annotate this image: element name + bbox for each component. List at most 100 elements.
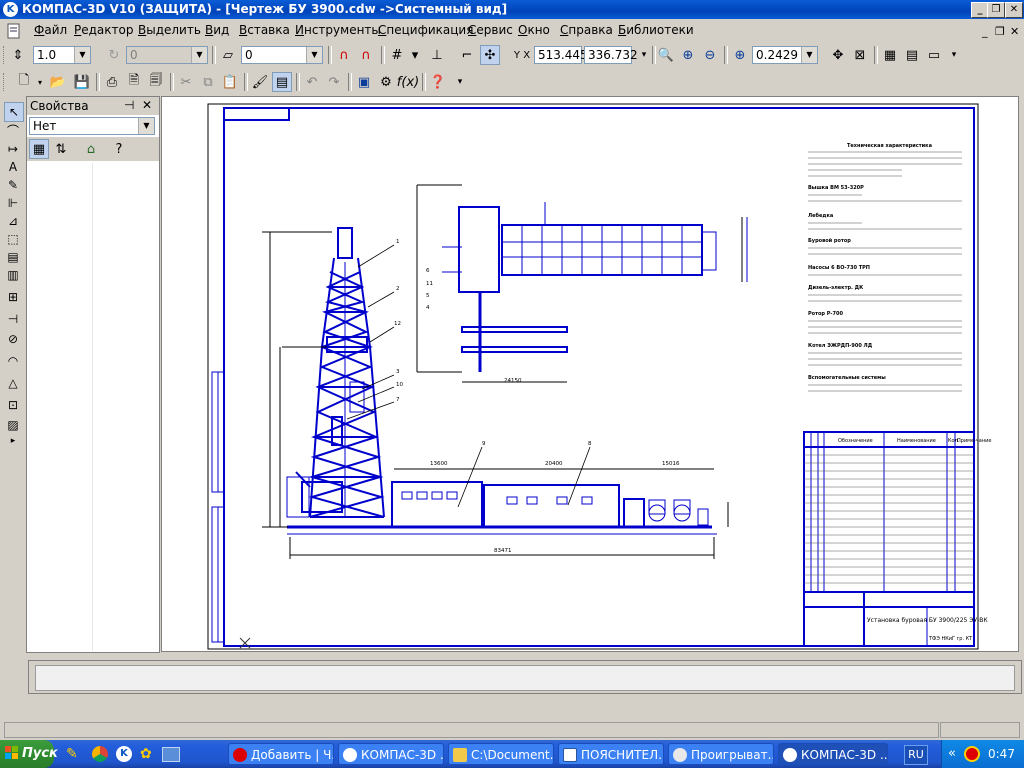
kompas-icon[interactable]: K (116, 746, 132, 762)
menu-view[interactable]: Вид (205, 23, 229, 37)
menu-tools[interactable]: Инструменты (295, 23, 381, 37)
rectangle-icon[interactable]: ⊡ (4, 396, 22, 414)
geometry-icon[interactable]: ⌒ (4, 122, 22, 140)
save-icon[interactable]: 💾 (72, 72, 92, 92)
doc-restore-button[interactable]: ❐ (995, 25, 1005, 38)
insert-icon[interactable]: ⊞ (4, 288, 22, 306)
hatch-icon[interactable]: ▨ (4, 416, 22, 434)
toolbar-options-icon[interactable]: ▾ (450, 72, 470, 92)
close-button[interactable]: ✕ (1005, 2, 1023, 18)
chevron-down-icon[interactable]: ▼ (138, 118, 154, 134)
variables-icon[interactable]: f(x) (397, 72, 419, 92)
chrome-icon[interactable] (92, 746, 108, 762)
ortho-icon[interactable]: ⌐ (457, 45, 477, 65)
toolbar-grip[interactable] (3, 46, 7, 64)
taskbar-item-kompas-active[interactable]: КОМПАС-3D ... (778, 743, 888, 765)
notation-icon[interactable]: A (4, 158, 22, 176)
arc-icon[interactable]: ◠ (4, 352, 22, 370)
grid-icon[interactable]: # (387, 45, 407, 65)
taskbar-item-opera[interactable]: Добавить | Ч... (228, 743, 334, 765)
prompt-field[interactable] (35, 665, 1015, 691)
snap-settings-icon[interactable]: ∩ (356, 45, 376, 65)
menu-file[interactable]: Файл (34, 23, 67, 37)
circle-icon[interactable]: ⊘ (4, 330, 22, 348)
paste-icon[interactable]: 📋 (220, 72, 240, 92)
quicklaunch-icon[interactable]: ✎ (66, 746, 82, 762)
menu-help[interactable]: Справка (560, 23, 613, 37)
menu-window[interactable]: Окно (518, 23, 550, 37)
snap-magnet-icon[interactable]: ∩ (334, 45, 354, 65)
redo-icon[interactable]: ↷ (324, 72, 344, 92)
sort-icon[interactable]: ⇅ (51, 139, 71, 159)
chevron-right-icon[interactable]: ▸ (4, 436, 22, 446)
show-desktop-icon[interactable] (162, 747, 180, 762)
menu-specification[interactable]: Спецификация (378, 23, 473, 37)
menu-libraries[interactable]: Библиотеки (618, 23, 694, 37)
zoom-scale-icon[interactable]: ⊕ (730, 45, 750, 65)
menu-editor[interactable]: Редактор (74, 23, 133, 37)
doc-close-button[interactable]: ✕ (1010, 25, 1019, 38)
layer-combo[interactable]: 0 ▼ (241, 46, 323, 64)
chevron-down-icon[interactable]: ▾ (405, 45, 425, 65)
start-button[interactable]: Пуск (0, 740, 58, 768)
display-icon[interactable]: ▭ (924, 45, 944, 65)
home-icon[interactable]: ⌂ (81, 139, 101, 159)
library-manager-icon[interactable]: ⚙ (376, 72, 396, 92)
language-indicator[interactable]: RU (904, 745, 928, 765)
undo-icon[interactable]: ↶ (302, 72, 322, 92)
manager-icon[interactable]: ▣ (354, 72, 374, 92)
line-icon[interactable]: ⊣ (4, 310, 22, 328)
help-icon[interactable]: ? (109, 139, 129, 159)
chevron-left-icon[interactable]: « (948, 746, 956, 761)
refresh-icon[interactable]: ▦ (880, 45, 900, 65)
chevron-down-icon[interactable]: ▾ (30, 72, 50, 92)
dimensions-icon[interactable]: ↦ (4, 140, 22, 158)
zoom-combo[interactable]: 0.2429 ▼ (752, 46, 818, 64)
cut-icon[interactable]: ✂ (176, 72, 196, 92)
copy-icon[interactable]: ⧉ (198, 72, 218, 92)
document-icon[interactable] (6, 23, 22, 39)
tray-app-icon[interactable] (964, 746, 980, 762)
spec-icon[interactable]: ▤ (4, 248, 22, 266)
taskbar-item-folder[interactable]: C:\Document... (448, 743, 554, 765)
select-icon[interactable]: ⬚ (4, 230, 22, 248)
reports-icon[interactable]: ▥ (4, 266, 22, 284)
toolbar-options-icon[interactable]: ▾ (944, 45, 964, 65)
taskbar-item-word[interactable]: ПОЯСНИТЕЛ... (558, 743, 664, 765)
properties-icon[interactable]: ▤ (902, 45, 922, 65)
measure-icon[interactable]: ⊿ (4, 212, 22, 230)
coord-x-field[interactable]: 513.445 (534, 46, 588, 64)
pin-icon[interactable]: ⊣ (124, 98, 134, 112)
drawing-canvas[interactable]: Техническая характеристика Вышка ВМ 53-3… (161, 96, 1019, 652)
print-preview-icon[interactable]: 🗎 (124, 72, 144, 92)
coord-y-field[interactable]: 336.732 (584, 46, 638, 64)
copy-properties-icon[interactable]: 🖌 (250, 72, 270, 92)
preview-icon[interactable]: 🗐 (146, 72, 166, 92)
step-icon[interactable]: ⇕ (8, 45, 28, 65)
pan-icon[interactable]: ✥ (828, 45, 848, 65)
taskbar-item-kompas[interactable]: КОМПАС-3D ... (338, 743, 444, 765)
close-icon[interactable]: ✕ (142, 98, 152, 112)
step-combo[interactable]: 1.0 ▼ (33, 46, 91, 64)
zoom-in-icon[interactable]: ⊕ (678, 45, 698, 65)
categorized-icon[interactable]: ▦ (29, 139, 49, 159)
editing-icon[interactable]: ✎ (4, 176, 22, 194)
help-pointer-icon[interactable]: ❓ (428, 72, 448, 92)
zoom-out-icon[interactable]: ⊖ (700, 45, 720, 65)
open-folder-icon[interactable]: 📂 (48, 72, 68, 92)
chevron-down-icon[interactable]: ▼ (74, 47, 90, 63)
chevron-down-icon[interactable]: ▼ (801, 47, 817, 63)
taskbar-item-media-player[interactable]: Проигрыват... (668, 743, 774, 765)
print-icon[interactable]: ⎙ (102, 72, 122, 92)
layers-icon[interactable]: ▱ (218, 45, 238, 65)
chevron-down-icon[interactable]: ▼ (306, 47, 322, 63)
butterfly-icon[interactable]: ✿ (140, 746, 156, 762)
restore-button[interactable]: ❐ (987, 2, 1005, 18)
toolbar-grip[interactable] (3, 73, 7, 91)
doc-minimize-button[interactable]: _ (982, 25, 988, 38)
show-all-icon[interactable]: ⊠ (850, 45, 870, 65)
toolbar-options-icon[interactable]: ▾ (634, 45, 654, 65)
round-icon[interactable]: ✣ (480, 45, 500, 65)
select-pointer-icon[interactable]: ↖ (4, 102, 24, 122)
parametrization-icon[interactable]: ⊩ (4, 194, 22, 212)
